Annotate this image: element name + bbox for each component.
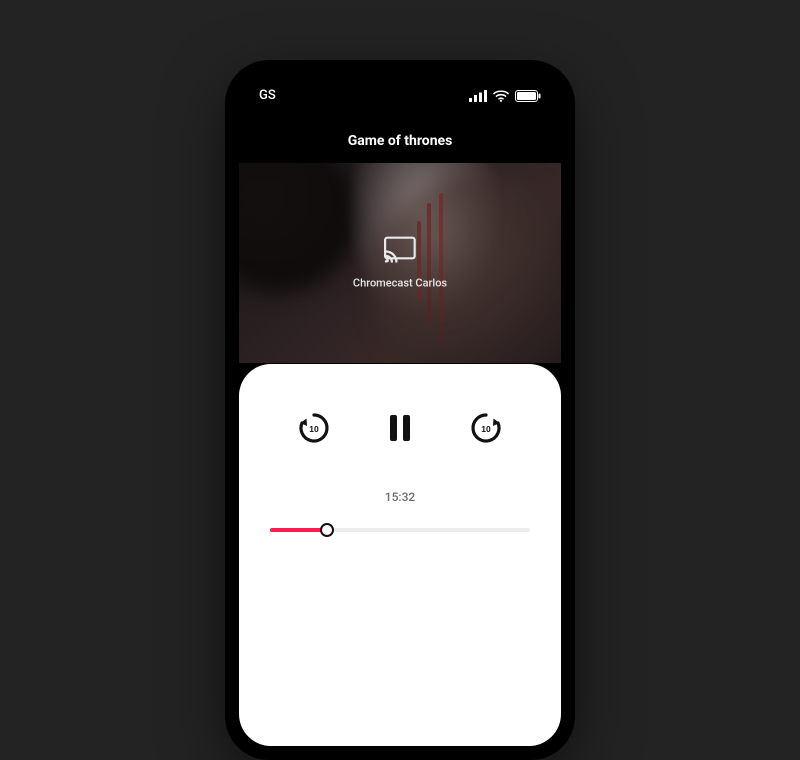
media-title: Game of thrones bbox=[239, 111, 561, 163]
hero-image: Chromecast Carlos bbox=[239, 163, 561, 363]
transport-controls: 10 10 bbox=[267, 408, 533, 448]
wifi-icon bbox=[493, 90, 509, 102]
rewind-10-button[interactable]: 10 bbox=[294, 408, 334, 448]
progress-thumb[interactable] bbox=[320, 523, 334, 537]
svg-text:10: 10 bbox=[309, 424, 319, 434]
time-elapsed: 15:32 bbox=[385, 490, 415, 504]
pause-button[interactable] bbox=[380, 408, 420, 448]
carrier-label: GS bbox=[259, 88, 276, 103]
status-icons bbox=[469, 90, 541, 102]
cast-device-label: Chromecast Carlos bbox=[353, 277, 447, 290]
status-bar: GS bbox=[239, 74, 561, 111]
battery-icon bbox=[515, 90, 541, 102]
cast-target[interactable]: Chromecast Carlos bbox=[353, 237, 447, 290]
controls-panel: 10 10 15:32 bbox=[239, 364, 561, 746]
phone-frame: GS Game of thrones bbox=[225, 60, 575, 760]
progress-slider[interactable] bbox=[270, 522, 530, 538]
progress-fill bbox=[270, 528, 327, 532]
cellular-icon bbox=[469, 90, 487, 102]
svg-text:10: 10 bbox=[481, 424, 491, 434]
screen: GS Game of thrones bbox=[239, 74, 561, 746]
cast-icon bbox=[384, 237, 416, 267]
forward-10-button[interactable]: 10 bbox=[466, 408, 506, 448]
